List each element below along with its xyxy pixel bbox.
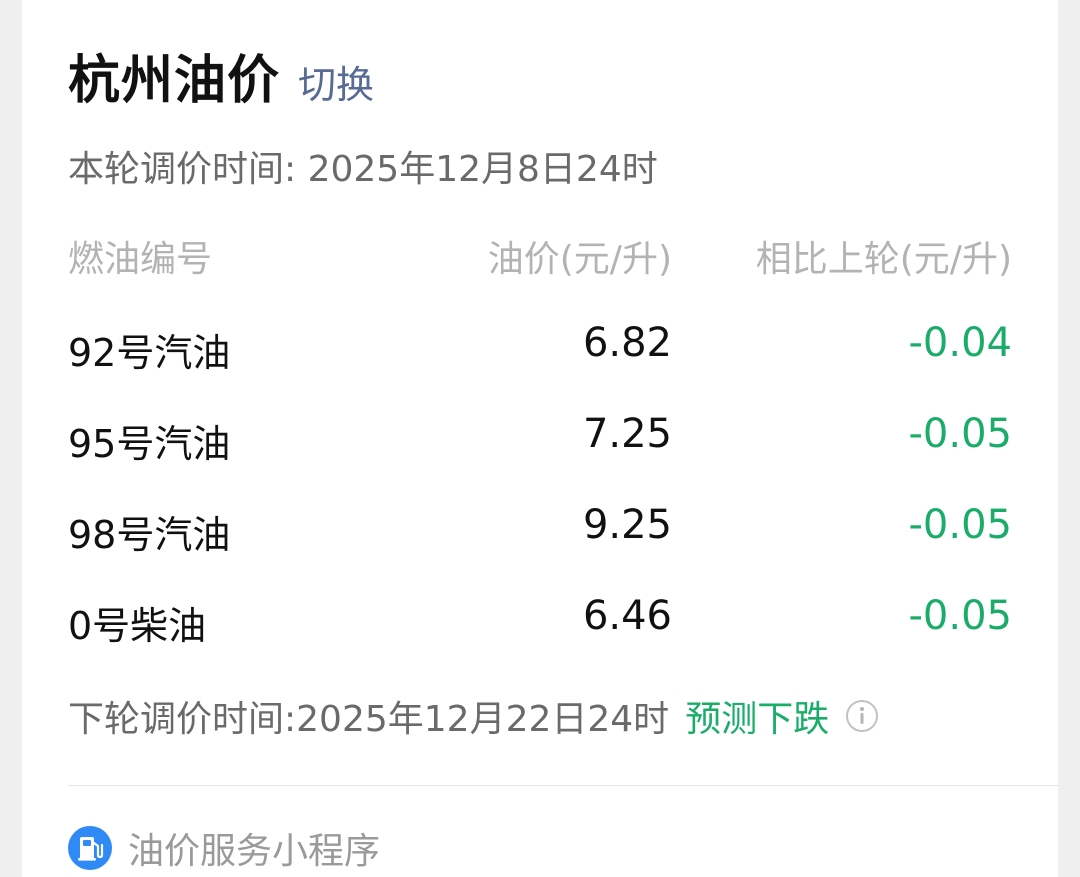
fuel-name: 98号汽油	[68, 513, 231, 557]
current-adjust-label: 本轮调价时间:	[68, 149, 308, 190]
fuel-name: 95号汽油	[68, 422, 231, 466]
fuel-name: 92号汽油	[68, 331, 231, 375]
forecast-badge: 预测下跌	[685, 699, 830, 740]
next-adjust-value: 2025年12月22日24时	[296, 699, 670, 740]
card-header: 杭州油价 切换	[68, 38, 374, 113]
next-adjust-time: 下轮调价时间: 2025年12月22日24时 预测下跌	[68, 690, 879, 742]
fuel-price: 6.46	[582, 593, 672, 639]
price-change: -0.05	[908, 411, 1013, 457]
header-change: 相比上轮(元/升)	[755, 239, 1012, 280]
mini-program-label: 油价服务小程序	[128, 831, 381, 872]
divider	[68, 785, 1058, 786]
price-change: -0.05	[908, 593, 1013, 639]
current-adjust-value: 2025年12月8日24时	[307, 149, 658, 190]
oil-price-card: 杭州油价 切换 本轮调价时间: 2025年12月8日24时 燃油编号 油价(元/…	[22, 0, 1058, 877]
table-row: 95号汽油 7.25 -0.05	[68, 391, 1012, 482]
fuel-price: 6.82	[582, 320, 672, 366]
info-icon[interactable]	[845, 699, 879, 733]
fuel-price: 7.25	[582, 411, 672, 457]
table-row: 98号汽油 9.25 -0.05	[68, 482, 1012, 573]
header-price: 油价(元/升)	[487, 239, 672, 280]
table-row: 92号汽油 6.82 -0.04	[68, 300, 1012, 391]
fuel-name: 0号柴油	[68, 604, 207, 648]
header-fuel-name: 燃油编号	[68, 239, 213, 280]
page-title: 杭州油价	[68, 51, 281, 111]
table-header: 燃油编号 油价(元/升) 相比上轮(元/升)	[68, 230, 1012, 280]
price-change: -0.04	[908, 320, 1013, 366]
switch-city-link[interactable]: 切换	[298, 54, 374, 109]
fuel-price: 9.25	[582, 502, 672, 548]
price-change: -0.05	[908, 502, 1013, 548]
mini-program-link[interactable]: 油价服务小程序	[68, 822, 380, 874]
table-row: 0号柴油 6.46 -0.05	[68, 573, 1012, 664]
fuel-price-table: 92号汽油 6.82 -0.04 95号汽油 7.25 -0.05 98号汽油 …	[68, 300, 1012, 664]
fuel-pump-icon	[68, 826, 112, 870]
next-adjust-label: 下轮调价时间:	[68, 699, 297, 740]
current-adjust-time: 本轮调价时间: 2025年12月8日24时	[68, 140, 658, 192]
